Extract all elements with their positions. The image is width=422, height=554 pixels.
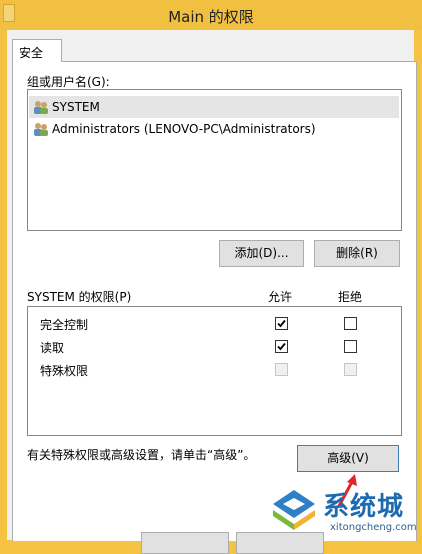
permissions-label: SYSTEM 的权限(P) [27, 290, 132, 304]
cancel-button[interactable] [236, 532, 324, 554]
users-group-icon [34, 123, 48, 136]
deny-checkbox[interactable] [344, 317, 357, 330]
permission-name: 特殊权限 [40, 364, 89, 378]
permission-name: 完全控制 [40, 318, 89, 332]
add-button[interactable]: 添加(D)... [219, 240, 304, 267]
users-group-icon [34, 101, 48, 114]
list-item-system[interactable]: SYSTEM [29, 96, 399, 118]
remove-button[interactable]: 删除(R) [314, 240, 400, 267]
user-name: Administrators (LENOVO-PC\Administrators… [52, 122, 316, 136]
permission-name: 读取 [40, 341, 65, 355]
permission-row-special: 特殊权限 [28, 358, 399, 380]
allow-header: 允许 [268, 290, 293, 304]
checkmark-icon [277, 319, 286, 328]
window-title: Main 的权限 [168, 8, 254, 26]
ok-button[interactable] [141, 532, 229, 554]
permission-row-read: 读取 [28, 335, 399, 357]
users-list[interactable]: SYSTEM Administrators (LENOVO-PC\Adminis… [27, 89, 402, 231]
watermark-logo-icon [273, 490, 315, 530]
title-bar: Main 的权限 [0, 0, 422, 30]
list-item-administrators[interactable]: Administrators (LENOVO-PC\Administrators… [29, 118, 399, 140]
deny-checkbox[interactable] [344, 340, 357, 353]
tab-security[interactable]: 安全 [12, 39, 62, 62]
allow-checkbox[interactable] [275, 340, 288, 353]
advanced-hint: 有关特殊权限或高级设置，请单击“高级”。 [27, 448, 256, 462]
watermark-url: xitongcheng.com [330, 522, 417, 533]
permission-row-full-control: 完全控制 [28, 312, 399, 334]
allow-checkbox [275, 363, 288, 376]
deny-checkbox [344, 363, 357, 376]
users-label: 组或用户名(G): [27, 75, 110, 89]
tab-security-label: 安全 [19, 46, 44, 60]
permissions-list: 完全控制 读取 特殊权限 [27, 306, 402, 436]
allow-checkbox[interactable] [275, 317, 288, 330]
user-name: SYSTEM [52, 100, 100, 114]
checkmark-icon [277, 342, 286, 351]
deny-header: 拒绝 [338, 290, 363, 304]
advanced-button[interactable]: 高级(V) [297, 445, 399, 472]
watermark-brand: 系统城 [323, 492, 405, 522]
